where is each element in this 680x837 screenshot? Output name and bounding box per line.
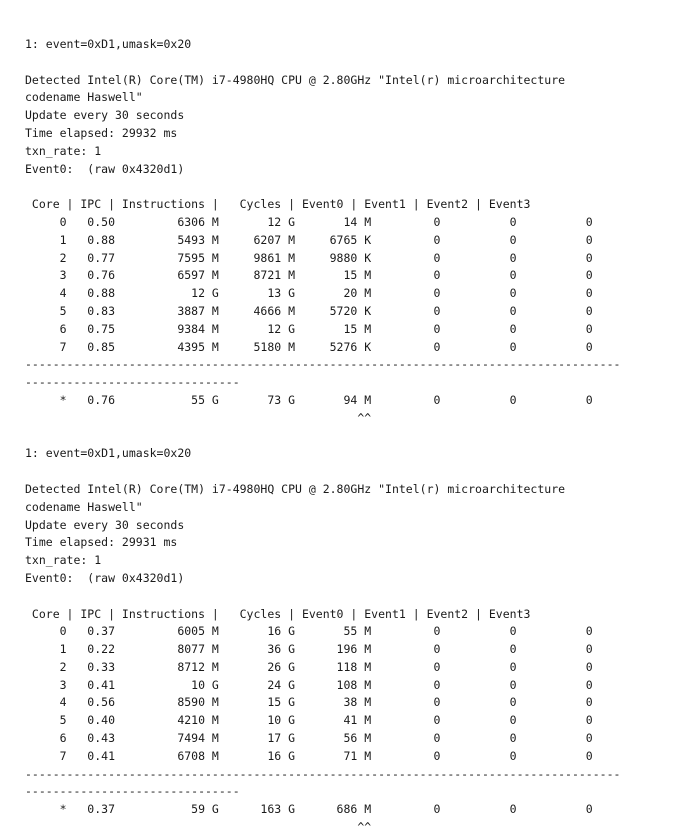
update-interval-line: Update every 30 seconds (25, 108, 185, 123)
event0-raw-line: Event0: (raw 0x4320d1) (25, 570, 185, 585)
table-row: 0 0.50 6306 M 12 G 14 M 0 0 0 (25, 214, 593, 229)
table-row: 7 0.85 4395 M 5180 M 5276 K 0 0 0 (25, 339, 593, 354)
table-row: 4 0.56 8590 M 15 G 38 M 0 0 0 (25, 695, 593, 710)
table-header-row: Core | IPC | Instructions | Cycles | Eve… (25, 606, 531, 621)
txn-rate-line: txn_rate: 1 (25, 553, 102, 568)
event0-caret-marker: ^^ (25, 410, 372, 425)
detected-cpu-line-2: codename Haswell" (25, 90, 143, 105)
time-elapsed-line: Time elapsed: 29932 ms (25, 125, 178, 140)
event-spec-line: 1: event=0xD1,umask=0x20 (25, 446, 192, 461)
detected-cpu-line-1: Detected Intel(R) Core(TM) i7-4980HQ CPU… (25, 481, 566, 496)
detected-cpu-line-1: Detected Intel(R) Core(TM) i7-4980HQ CPU… (25, 72, 566, 87)
time-elapsed-line: Time elapsed: 29931 ms (25, 535, 178, 550)
table-row: 5 0.40 4210 M 10 G 41 M 0 0 0 (25, 713, 593, 728)
table-summary-row: * 0.37 59 G 163 G 686 M 0 0 0 (25, 802, 593, 817)
table-row: 2 0.33 8712 M 26 G 118 M 0 0 0 (25, 659, 593, 674)
table-row: 1 0.88 5493 M 6207 M 6765 K 0 0 0 (25, 232, 593, 247)
event-spec-line: 1: event=0xD1,umask=0x20 (25, 37, 192, 51)
block-gap (25, 428, 680, 446)
long-separator-rule: ----------------------------------------… (25, 357, 621, 372)
table-header-row: Core | IPC | Instructions | Cycles | Eve… (25, 197, 531, 212)
table-row: 6 0.43 7494 M 17 G 56 M 0 0 0 (25, 731, 593, 746)
detected-cpu-line-2: codename Haswell" (25, 499, 143, 514)
short-separator-rule: ------------------------------- (25, 784, 240, 799)
table-row: 2 0.77 7595 M 9861 M 9880 K 0 0 0 (25, 250, 593, 265)
table-row: 5 0.83 3887 M 4666 M 5720 K 0 0 0 (25, 303, 593, 318)
short-separator-rule: ------------------------------- (25, 375, 240, 390)
table-row: 7 0.41 6708 M 16 G 71 M 0 0 0 (25, 748, 593, 763)
txn-rate-line: txn_rate: 1 (25, 143, 102, 158)
update-interval-line: Update every 30 seconds (25, 517, 185, 532)
table-row: 3 0.76 6597 M 8721 M 15 M 0 0 0 (25, 268, 593, 283)
long-separator-rule: ----------------------------------------… (25, 766, 621, 781)
table-summary-row: * 0.76 55 G 73 G 94 M 0 0 0 (25, 392, 593, 407)
event0-raw-line: Event0: (raw 0x4320d1) (25, 161, 185, 176)
table-row: 4 0.88 12 G 13 G 20 M 0 0 0 (25, 286, 593, 301)
terminal-output: 1: event=0xD1,umask=0x20 Detected Intel(R… (0, 0, 680, 837)
table-row: 0 0.37 6005 M 16 G 55 M 0 0 0 (25, 624, 593, 639)
table-row: 6 0.75 9384 M 12 G 15 M 0 0 0 (25, 321, 593, 336)
table-row: 3 0.41 10 G 24 G 108 M 0 0 0 (25, 677, 593, 692)
table-row: 1 0.22 8077 M 36 G 196 M 0 0 0 (25, 642, 593, 657)
